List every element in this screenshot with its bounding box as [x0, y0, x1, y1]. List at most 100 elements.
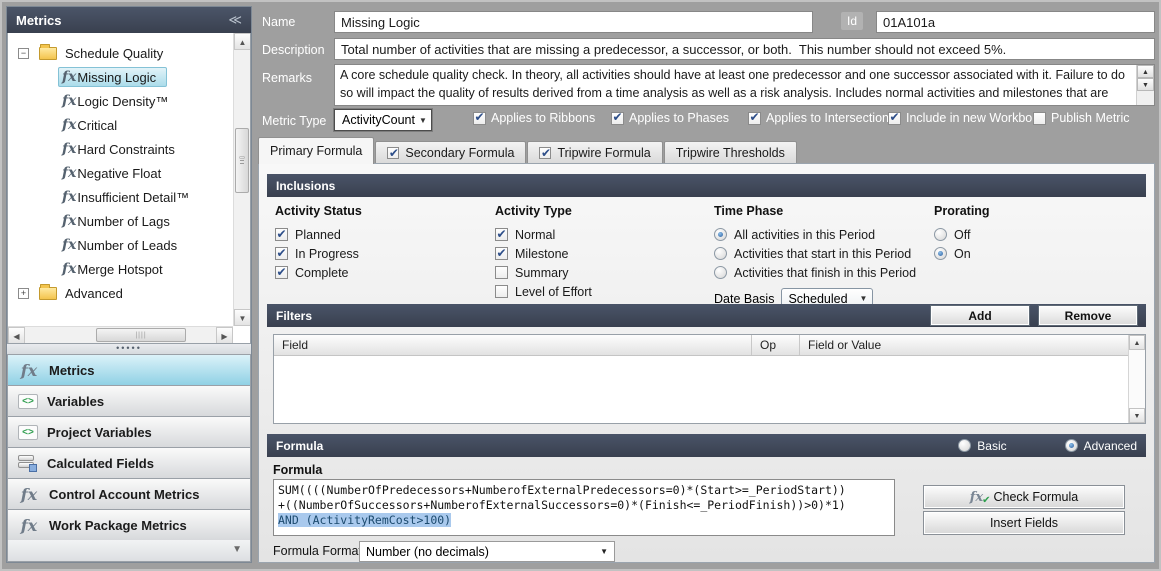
- checkbox-icon[interactable]: [1033, 112, 1046, 125]
- checkbox-icon[interactable]: [888, 112, 901, 125]
- scroll-down-icon[interactable]: ▼: [1129, 408, 1145, 423]
- checkbox-icon[interactable]: [275, 247, 288, 260]
- in-progress-checkbox[interactable]: In Progress: [275, 244, 362, 263]
- tree-item[interactable]: fxNegative Float: [8, 161, 250, 185]
- sidebar-item-project-variables[interactable]: <> Project Variables: [7, 416, 251, 447]
- add-filter-button[interactable]: Add: [931, 306, 1029, 325]
- checkbox-icon[interactable]: [539, 147, 551, 159]
- name-input[interactable]: [334, 11, 813, 33]
- tree-item[interactable]: fxInsufficient Detail™: [8, 185, 250, 209]
- checkbox-icon[interactable]: [611, 112, 624, 125]
- remarks-scrollbar[interactable]: ▲ ▼: [1136, 65, 1154, 105]
- tree-item[interactable]: fxNumber of Leads: [8, 233, 250, 257]
- tab-secondary-formula[interactable]: Secondary Formula: [375, 141, 526, 164]
- insert-fields-button[interactable]: Insert Fields: [924, 512, 1124, 534]
- milestone-checkbox[interactable]: Milestone: [495, 244, 592, 263]
- formula-format-dropdown[interactable]: Number (no decimals) ▼: [359, 541, 615, 562]
- sidebar-item-control-account-metrics[interactable]: fx Control Account Metrics: [7, 478, 251, 509]
- id-input[interactable]: [876, 11, 1155, 33]
- metric-type-dropdown[interactable]: ActivityCount ▼: [334, 109, 432, 131]
- nav-label: Work Package Metrics: [49, 518, 187, 533]
- variables-icon: <>: [18, 425, 38, 440]
- tree-item-selected[interactable]: fxMissing Logic: [58, 67, 167, 87]
- sidebar-nav: fx Metrics <> Variables <> Project Varia…: [7, 354, 251, 562]
- tree-item[interactable]: fxCritical: [8, 113, 250, 137]
- tree-vertical-scrollbar[interactable]: ▲ ▼: [233, 33, 250, 326]
- scroll-down-icon[interactable]: ▼: [234, 309, 251, 326]
- scroll-up-icon[interactable]: ▲: [1129, 335, 1145, 350]
- planned-checkbox[interactable]: Planned: [275, 225, 362, 244]
- formula-tabs: Primary Formula Secondary Formula Tripwi…: [258, 137, 1155, 164]
- tree-item[interactable]: fxNumber of Lags: [8, 209, 250, 233]
- sidebar-splitter[interactable]: •••••: [7, 344, 251, 354]
- scrollbar-thumb[interactable]: [235, 128, 249, 193]
- scrollbar-thumb[interactable]: ||||: [96, 328, 186, 342]
- tab-label: Tripwire Formula: [557, 146, 650, 160]
- applies-to-phases-checkbox[interactable]: Applies to Phases: [611, 111, 729, 125]
- chevron-down-icon[interactable]: ▼: [232, 544, 242, 555]
- normal-checkbox[interactable]: Normal: [495, 225, 592, 244]
- activities-finish-radio[interactable]: Activities that finish in this Period: [714, 263, 916, 282]
- radio-icon[interactable]: [714, 266, 727, 279]
- radio-icon[interactable]: [714, 247, 727, 260]
- filters-scrollbar[interactable]: ▲ ▼: [1128, 335, 1145, 423]
- scroll-left-icon[interactable]: ◀: [8, 327, 25, 344]
- checkbox-icon[interactable]: [495, 285, 508, 298]
- sidebar-item-variables[interactable]: <> Variables: [7, 385, 251, 416]
- fx-icon: fx: [970, 490, 983, 505]
- prorating-off-radio[interactable]: Off: [934, 225, 990, 244]
- sidebar-item-work-package-metrics[interactable]: fx Work Package Metrics: [7, 509, 251, 540]
- tree-item[interactable]: fxMissing Logic: [8, 65, 250, 89]
- checkbox-icon[interactable]: [275, 228, 288, 241]
- check-formula-button[interactable]: fx✔ Check Formula: [924, 486, 1124, 508]
- radio-icon[interactable]: [934, 228, 947, 241]
- scroll-right-icon[interactable]: ▶: [216, 327, 233, 344]
- complete-checkbox[interactable]: Complete: [275, 263, 362, 282]
- tree-item[interactable]: fxMerge Hotspot: [8, 257, 250, 281]
- all-activities-radio[interactable]: All activities in this Period: [714, 225, 916, 244]
- publish-metric-checkbox[interactable]: Publish Metric: [1033, 111, 1130, 125]
- scroll-down-icon[interactable]: ▼: [1137, 78, 1154, 91]
- expand-expander-icon[interactable]: +: [18, 288, 29, 299]
- inclusions-header: Inclusions: [267, 174, 1146, 197]
- level-of-effort-checkbox[interactable]: Level of Effort: [495, 282, 592, 301]
- basic-radio[interactable]: [958, 439, 971, 452]
- primary-formula-panel: Inclusions Activity Status Planned In Pr…: [258, 163, 1155, 563]
- tab-primary-formula[interactable]: Primary Formula: [258, 137, 374, 164]
- checkbox-icon[interactable]: [387, 147, 399, 159]
- scroll-up-icon[interactable]: ▲: [234, 33, 251, 50]
- tree-item[interactable]: fxLogic Density™: [8, 89, 250, 113]
- activities-start-radio[interactable]: Activities that start in this Period: [714, 244, 916, 263]
- checkbox-icon[interactable]: [495, 247, 508, 260]
- prorating-on-radio[interactable]: On: [934, 244, 990, 263]
- tree-horizontal-scrollbar[interactable]: ◀ |||| ▶: [8, 326, 233, 343]
- remove-filter-button[interactable]: Remove: [1039, 306, 1137, 325]
- auto-hide-pin-icon[interactable]: ≪: [228, 12, 242, 28]
- tab-tripwire-thresholds[interactable]: Tripwire Thresholds: [664, 141, 797, 164]
- checkbox-icon[interactable]: [748, 112, 761, 125]
- advanced-radio[interactable]: [1065, 439, 1078, 452]
- checkbox-icon[interactable]: [495, 266, 508, 279]
- collapse-expander-icon[interactable]: −: [18, 48, 29, 59]
- checkbox-icon[interactable]: [473, 112, 486, 125]
- section-title: Formula: [276, 439, 323, 453]
- description-input[interactable]: [334, 38, 1155, 60]
- checkbox-icon[interactable]: [275, 266, 288, 279]
- tree-folder-advanced[interactable]: + Advanced: [8, 281, 250, 305]
- sidebar-item-metrics[interactable]: fx Metrics: [7, 354, 251, 385]
- sidebar-item-calculated-fields[interactable]: Calculated Fields: [7, 447, 251, 478]
- remarks-input[interactable]: A core schedule quality check. In theory…: [334, 64, 1155, 106]
- radio-icon[interactable]: [714, 228, 727, 241]
- formula-input[interactable]: SUM((((NumberOfPredecessors+NumberofExte…: [273, 479, 895, 536]
- formula-format-label: Formula Format: [273, 544, 362, 558]
- tab-tripwire-formula[interactable]: Tripwire Formula: [527, 141, 662, 164]
- scroll-up-icon[interactable]: ▲: [1137, 65, 1154, 78]
- tree-folder-schedule-quality[interactable]: − Schedule Quality: [8, 41, 250, 65]
- applies-to-ribbons-checkbox[interactable]: Applies to Ribbons: [473, 111, 595, 125]
- tree-item[interactable]: fxHard Constraints: [8, 137, 250, 161]
- include-in-new-workbook-checkbox[interactable]: Include in new Workbook: [888, 111, 1032, 125]
- summary-checkbox[interactable]: Summary: [495, 263, 592, 282]
- applies-to-intersection-checkbox[interactable]: Applies to Intersection: [748, 111, 889, 125]
- radio-icon[interactable]: [934, 247, 947, 260]
- checkbox-icon[interactable]: [495, 228, 508, 241]
